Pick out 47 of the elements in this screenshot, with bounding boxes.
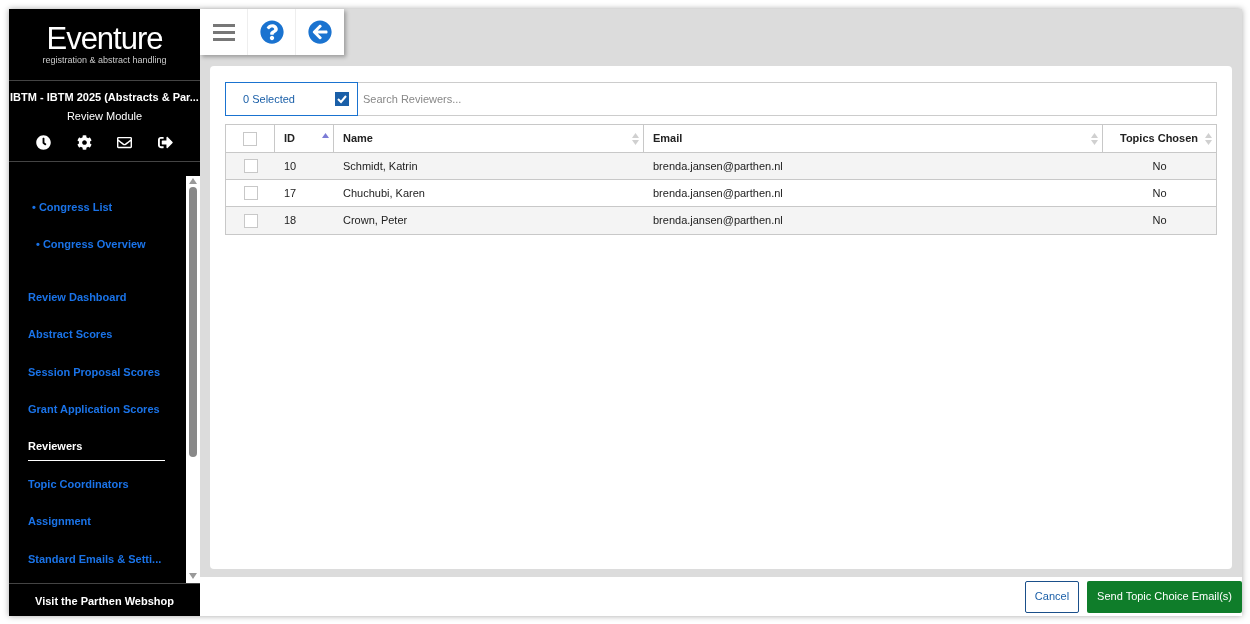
webshop-link[interactable]: Visit the Parthen Webshop [35,595,174,607]
menu-icon[interactable] [212,23,235,41]
clock-icon[interactable] [35,135,51,150]
column-header[interactable]: Email [644,125,1103,152]
envelope-icon[interactable] [117,135,133,150]
help-icon[interactable] [259,20,284,44]
column-header[interactable]: ID [275,125,334,152]
settings-icon[interactable] [76,135,92,150]
selection-toggle[interactable]: 0 Selected [225,82,358,116]
checkbox[interactable] [335,92,349,106]
column-header[interactable]: Name [334,125,644,152]
search-field[interactable]: Search Reviewers... [358,82,1217,116]
logo-text: Eventure [46,23,163,55]
nav-link[interactable]: Topic Coordinators [28,475,129,498]
nav-link[interactable]: Assignment [28,513,91,535]
table-cell-text: No [1152,158,1167,174]
nav-link[interactable]: Grant Application Scores [28,401,160,423]
congress-title: IBTM - IBTM 2025 (Abstracts & Par... [9,90,200,105]
send-email-button[interactable]: Send Topic Choice Email(s) [1087,580,1242,613]
nav-link[interactable]: Reviewers [28,438,165,461]
cancel-button[interactable]: Cancel [1024,580,1080,613]
scrollbar[interactable] [186,176,200,583]
nav-link[interactable]: Standard Emails & Setti... [28,550,162,573]
column-header[interactable]: Topics Chosen [1103,125,1216,152]
table-cell-text: brenda.jansen@parthen.nl [653,158,783,174]
back-icon[interactable] [308,20,332,44]
table-cell-text: No [1152,185,1167,201]
table-cell-text: 17 [284,185,297,201]
scroll-down-icon[interactable] [189,573,197,579]
table-cell-text: brenda.jansen@parthen.nl [653,213,783,229]
module-title: Review Module [65,108,144,124]
nav-link[interactable]: Review Dashboard [28,288,127,311]
logo-tagline: registration & abstract handling [42,55,167,66]
table-cell-text: Chuchubi, Karen [343,185,425,201]
nav-link[interactable]: Session Proposal Scores [28,363,161,386]
nav-link[interactable]: • Congress Overview [36,236,146,258]
table-cell-text: brenda.jansen@parthen.nl [653,185,783,201]
nav-link[interactable]: Abstract Scores [28,326,113,348]
sign-out-icon[interactable] [158,135,174,150]
scroll-up-icon[interactable] [189,178,197,184]
table-cell-text: 10 [284,158,297,174]
table-cell-text: Crown, Peter [343,213,408,229]
nav-link[interactable]: • Congress List [32,199,113,221]
scrollbar-thumb[interactable] [189,187,197,457]
table-cell-text: 18 [284,213,297,229]
table-cell-text: Schmidt, Katrin [343,158,418,174]
table-cell-text: No [1152,213,1167,229]
